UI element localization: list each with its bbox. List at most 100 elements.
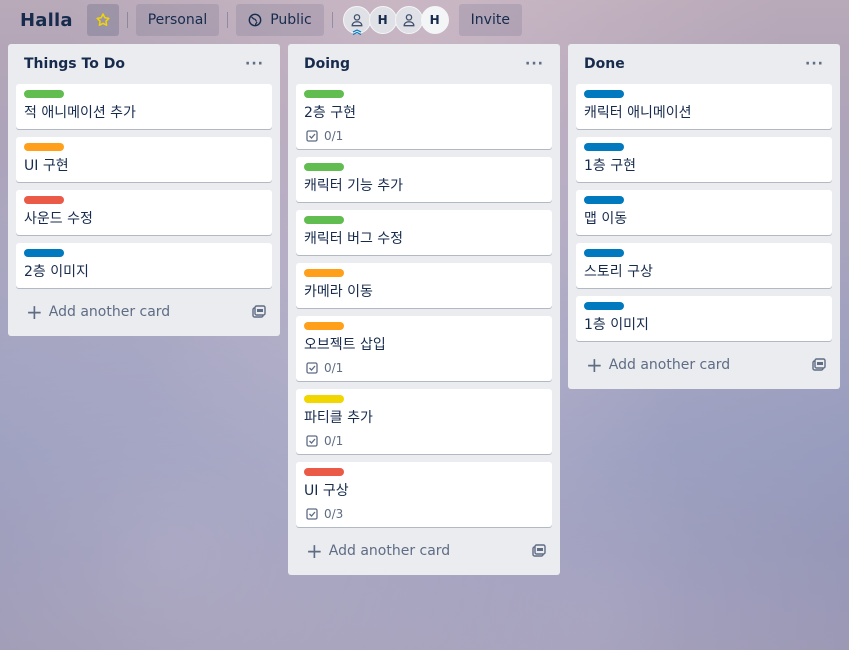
member-avatars: H H xyxy=(342,6,449,35)
checklist-count: 0/3 xyxy=(324,507,344,521)
card-label xyxy=(24,143,64,151)
member-initial: H xyxy=(429,13,440,27)
visibility-button[interactable]: Public xyxy=(236,4,324,36)
card[interactable]: 1층 이미지 xyxy=(576,296,832,341)
card-label xyxy=(584,196,624,204)
card[interactable]: UI 구현 xyxy=(16,137,272,182)
checklist-icon xyxy=(306,508,318,520)
list-doing: Doing ··· 2층 구현 0/1 캐릭터 기능 추가 캐릭터 버그 수정 … xyxy=(288,44,560,575)
star-button[interactable] xyxy=(86,4,119,36)
member-initial: H xyxy=(377,13,388,27)
checklist-badge: 0/1 xyxy=(306,129,544,143)
checklist-badge: 0/3 xyxy=(306,507,544,521)
list-title[interactable]: Things To Do xyxy=(24,56,125,72)
card-title: 파티클 추가 xyxy=(304,410,373,426)
card[interactable]: 캐릭터 애니메이션 xyxy=(576,84,832,129)
card-label xyxy=(584,302,624,310)
checklist-icon xyxy=(306,362,318,374)
list-things-to-do: Things To Do ··· 적 애니메이션 추가 UI 구현 사운드 수정… xyxy=(8,44,280,336)
card-title: 캐릭터 애니메이션 xyxy=(584,105,692,121)
header-divider xyxy=(331,12,333,28)
card[interactable]: 파티클 추가 0/1 xyxy=(296,389,552,454)
user-icon xyxy=(403,14,415,27)
card-label xyxy=(304,90,344,98)
card-template-icon[interactable] xyxy=(812,358,826,372)
card-title: 적 애니메이션 추가 xyxy=(24,105,136,121)
card-title: 1층 구현 xyxy=(584,158,636,174)
member-avatar[interactable]: H xyxy=(420,6,449,34)
add-card-button[interactable]: + Add another card xyxy=(296,535,552,567)
card-label xyxy=(584,90,624,98)
add-card-label: Add another card xyxy=(48,304,171,320)
card-label xyxy=(304,216,344,224)
list-menu-button[interactable]: ··· xyxy=(805,56,824,72)
member-avatar[interactable]: H xyxy=(368,6,397,34)
visibility-label: Public xyxy=(270,12,312,28)
user-icon xyxy=(351,14,363,27)
card-title: 캐릭터 버그 수정 xyxy=(304,231,404,247)
list-menu-button[interactable]: ··· xyxy=(525,56,544,72)
card-title: 1층 이미지 xyxy=(584,317,649,333)
team-visibility-button[interactable]: Personal xyxy=(135,4,220,36)
card-template-icon[interactable] xyxy=(532,544,546,558)
card[interactable]: 캐릭터 기능 추가 xyxy=(296,157,552,202)
team-visibility-label: Personal xyxy=(147,12,208,28)
card-label xyxy=(304,322,344,330)
card-label xyxy=(304,163,344,171)
admin-chevron-icon xyxy=(352,29,361,35)
invite-label: Invite xyxy=(470,12,510,28)
card-title: 사운드 수정 xyxy=(24,211,93,227)
add-card-label: Add another card xyxy=(608,357,731,373)
plus-icon: + xyxy=(306,539,323,563)
add-card-button[interactable]: + Add another card xyxy=(16,296,272,328)
card-title: UI 구상 xyxy=(304,483,349,499)
board-header: Halla Personal Public H H Invite xyxy=(0,0,849,40)
card[interactable]: 2층 이미지 xyxy=(16,243,272,288)
card-title: 스토리 구상 xyxy=(584,264,653,280)
board-title[interactable]: Halla xyxy=(20,10,73,31)
card[interactable]: UI 구상 0/3 xyxy=(296,462,552,527)
card[interactable]: 사운드 수정 xyxy=(16,190,272,235)
add-card-button[interactable]: + Add another card xyxy=(576,349,832,381)
card-title: 2층 구현 xyxy=(304,105,356,121)
card-title: 캐릭터 기능 추가 xyxy=(304,178,404,194)
card-label xyxy=(304,468,344,476)
plus-icon: + xyxy=(586,353,603,377)
checklist-count: 0/1 xyxy=(324,129,344,143)
list-title[interactable]: Done xyxy=(584,56,625,72)
card-title: 맵 이동 xyxy=(584,211,628,227)
header-divider xyxy=(227,12,229,28)
card-label xyxy=(24,90,64,98)
card-label xyxy=(304,395,344,403)
checklist-badge: 0/1 xyxy=(306,361,544,375)
list-done: Done ··· 캐릭터 애니메이션 1층 구현 맵 이동 스토리 구상 1층 … xyxy=(568,44,840,389)
card[interactable]: 스토리 구상 xyxy=(576,243,832,288)
list-header[interactable]: Done ··· xyxy=(576,44,832,84)
card[interactable]: 오브젝트 삽입 0/1 xyxy=(296,316,552,381)
checklist-count: 0/1 xyxy=(324,434,344,448)
card-label xyxy=(24,249,64,257)
plus-icon: + xyxy=(26,300,43,324)
star-icon xyxy=(96,13,110,26)
card[interactable]: 맵 이동 xyxy=(576,190,832,235)
card[interactable]: 2층 구현 0/1 xyxy=(296,84,552,149)
card[interactable]: 캐릭터 버그 수정 xyxy=(296,210,552,255)
card-title: UI 구현 xyxy=(24,158,69,174)
card[interactable]: 카메라 이동 xyxy=(296,263,552,308)
globe-icon xyxy=(248,13,262,27)
member-avatar[interactable] xyxy=(394,6,423,34)
list-header[interactable]: Things To Do ··· xyxy=(16,44,272,84)
list-header[interactable]: Doing ··· xyxy=(296,44,552,84)
card-label xyxy=(584,249,624,257)
list-title[interactable]: Doing xyxy=(304,56,350,72)
checklist-badge: 0/1 xyxy=(306,434,544,448)
card-template-icon[interactable] xyxy=(252,305,266,319)
header-divider xyxy=(126,12,128,28)
checklist-icon xyxy=(306,435,318,447)
member-avatar[interactable] xyxy=(342,6,371,35)
invite-button[interactable]: Invite xyxy=(458,4,522,36)
card[interactable]: 1층 구현 xyxy=(576,137,832,182)
card[interactable]: 적 애니메이션 추가 xyxy=(16,84,272,129)
list-menu-button[interactable]: ··· xyxy=(245,56,264,72)
card-title: 카메라 이동 xyxy=(304,284,373,300)
